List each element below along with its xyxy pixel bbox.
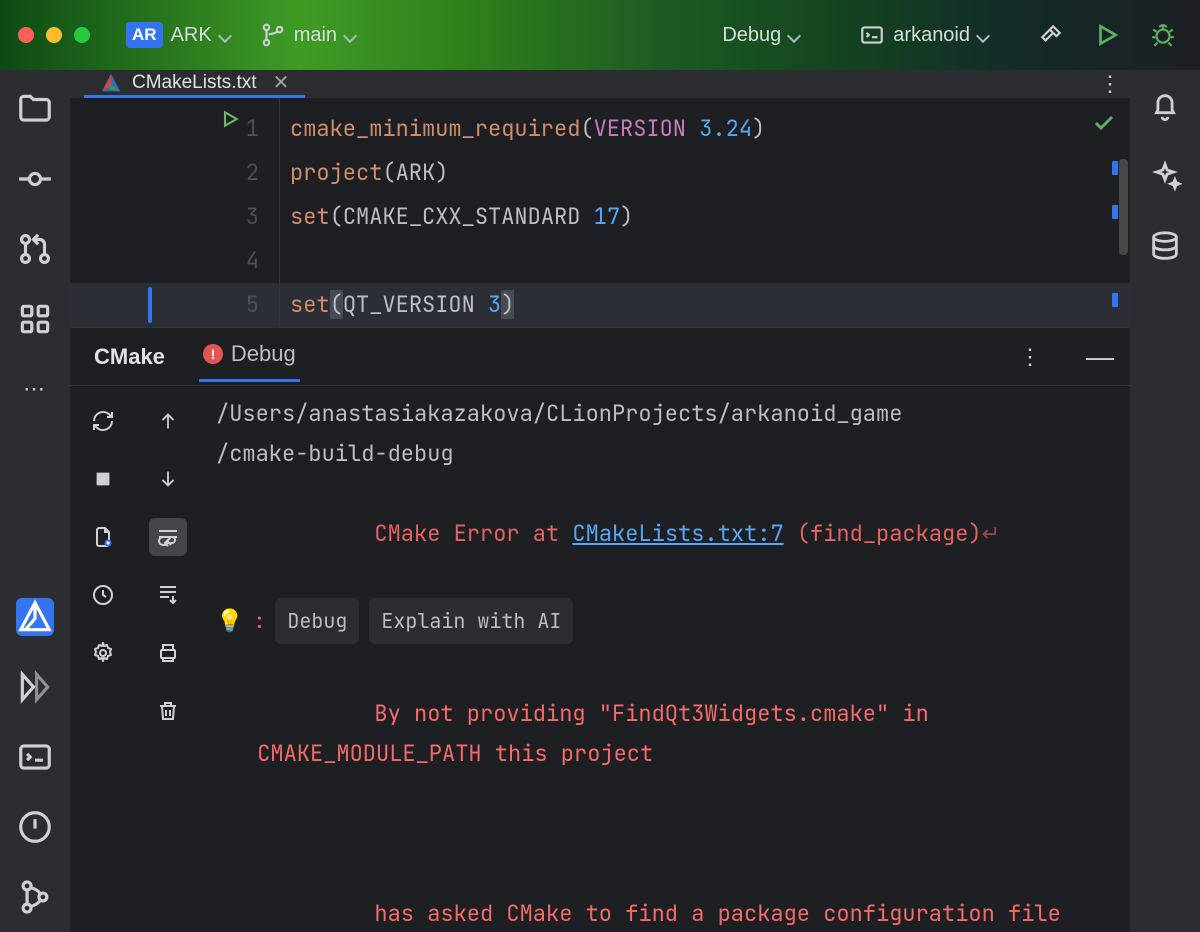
print-button[interactable] — [149, 634, 187, 672]
reload-button[interactable] — [84, 402, 122, 440]
ai-assistant-tool[interactable] — [1148, 160, 1182, 194]
console-line: has asked CMake to find a package config… — [216, 854, 1114, 932]
editor-tab[interactable]: CMakeLists.txt ✕ — [84, 70, 305, 98]
window-controls — [18, 27, 90, 43]
down-button[interactable] — [149, 460, 187, 498]
project-badge: AR — [126, 22, 163, 48]
terminal-tool[interactable] — [16, 738, 54, 776]
code-area[interactable]: cmake_minimum_required(VERSION 3.24)proj… — [280, 99, 1130, 327]
inspection-ok-icon[interactable] — [1092, 111, 1116, 140]
suggestion-explain-ai[interactable]: Explain with AI — [369, 598, 573, 644]
more-tools[interactable]: ⋯ — [16, 370, 54, 408]
tab-filename: CMakeLists.txt — [132, 72, 257, 94]
close-window-icon[interactable] — [18, 27, 34, 43]
play-icon — [1094, 22, 1120, 48]
branch-name: main — [294, 24, 337, 47]
cmake-file-icon — [100, 72, 122, 94]
titlebar: AR ARK main Debug arkanoid — [0, 0, 1200, 70]
bug-icon — [1150, 22, 1176, 48]
chevron-down-icon — [789, 24, 799, 47]
hammer-icon — [1038, 22, 1064, 48]
tab-options-icon[interactable]: ⋮ — [1090, 70, 1130, 98]
panel-tab-debug-label: Debug — [231, 341, 296, 367]
chevron-down-icon — [345, 24, 355, 47]
panel-tab-cmake[interactable]: CMake — [90, 334, 169, 380]
bulb-icon: 💡 — [216, 601, 243, 641]
stop-button[interactable] — [84, 460, 122, 498]
structure-tool[interactable] — [16, 300, 54, 338]
commit-tool[interactable] — [16, 160, 54, 198]
panel-tabbar: CMake ! Debug ⋮ — — [70, 328, 1130, 386]
marker-icon[interactable] — [1112, 293, 1118, 307]
debug-button[interactable] — [1144, 18, 1182, 52]
softwrap-button[interactable] — [149, 518, 187, 556]
editor-tabs: CMakeLists.txt ✕ ⋮ — [70, 70, 1130, 99]
error-badge-icon: ! — [203, 344, 223, 364]
marker-icon[interactable] — [1112, 161, 1118, 175]
open-file-button[interactable] — [84, 518, 122, 556]
scrollbar-thumb[interactable] — [1119, 159, 1128, 255]
left-toolbar: ⋯ — [0, 70, 70, 932]
code-editor[interactable]: 12345 cmake_minimum_required(VERSION 3.2… — [70, 99, 1130, 327]
database-tool[interactable] — [1148, 230, 1182, 264]
project-selector[interactable]: AR ARK — [120, 18, 236, 52]
notifications-tool[interactable] — [1148, 90, 1182, 124]
project-tool[interactable] — [16, 90, 54, 128]
close-tab-icon[interactable]: ✕ — [273, 70, 290, 95]
panel-tab-debug[interactable]: ! Debug — [199, 331, 300, 382]
history-button[interactable] — [84, 576, 122, 614]
up-button[interactable] — [149, 402, 187, 440]
marker-icon[interactable] — [1112, 205, 1118, 219]
problems-tool[interactable] — [16, 808, 54, 846]
minimize-window-icon[interactable] — [46, 27, 62, 43]
console-output[interactable]: /Users/anastasiakazakova/CLionProjects/a… — [200, 386, 1130, 932]
error-file-link[interactable]: CMakeLists.txt:7 — [572, 519, 783, 548]
vcs-tool[interactable] — [16, 878, 54, 916]
branch-icon — [260, 22, 286, 48]
right-toolbar — [1130, 70, 1200, 932]
panel-minimize-icon[interactable]: — — [1080, 341, 1120, 373]
services-tool[interactable] — [16, 668, 54, 706]
project-name: ARK — [171, 24, 212, 47]
build-config-selector[interactable]: Debug — [716, 20, 805, 51]
build-config-name: Debug — [722, 24, 781, 47]
console-line: /Users/anastasiakazakova/CLionProjects/a… — [216, 394, 1114, 434]
build-button[interactable] — [1032, 18, 1070, 52]
ai-suggestions: 💡: Debug Explain with AI — [216, 598, 1114, 644]
tool-window: CMake ! Debug ⋮ — — [70, 327, 1130, 932]
clear-button[interactable] — [149, 692, 187, 730]
panel-options-icon[interactable]: ⋮ — [1010, 344, 1050, 370]
chevron-down-icon — [220, 24, 230, 47]
terminal-icon — [859, 22, 885, 48]
console-error-line: CMake Error at CMakeLists.txt:7 (find_pa… — [216, 474, 1114, 594]
maximize-window-icon[interactable] — [74, 27, 90, 43]
run-target-name: arkanoid — [893, 24, 970, 47]
chevron-down-icon — [978, 24, 988, 47]
scroll-to-end-button[interactable] — [149, 576, 187, 614]
settings-button[interactable] — [84, 634, 122, 672]
panel-toolbar — [70, 386, 200, 932]
suggestion-debug[interactable]: Debug — [275, 598, 359, 644]
run-target-selector[interactable]: arkanoid — [853, 18, 994, 52]
cmake-tool[interactable] — [16, 598, 54, 636]
run-gutter-icon[interactable] — [220, 109, 240, 134]
branch-selector[interactable]: main — [254, 18, 361, 52]
pull-request-tool[interactable] — [16, 230, 54, 268]
gutter: 12345 — [70, 99, 280, 327]
console-line: By not providing "FindQt3Widgets.cmake" … — [216, 654, 1114, 854]
run-button[interactable] — [1088, 18, 1126, 52]
console-line: /cmake-build-debug — [216, 434, 1114, 474]
